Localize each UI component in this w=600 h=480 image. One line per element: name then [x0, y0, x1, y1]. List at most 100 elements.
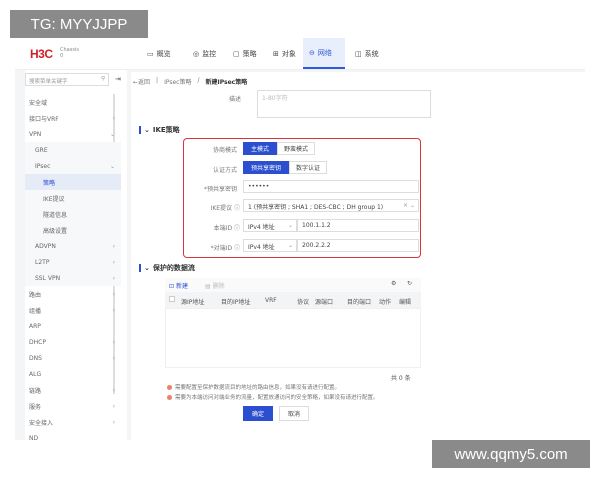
sidebar-item-label: 链路: [29, 387, 42, 395]
sidebar-item[interactable]: ADVPN ›: [25, 238, 121, 254]
column-header: 编辑: [399, 299, 412, 306]
sidebar: 搜索菜单关键字 ⚲ ⇥ 安全域 接口与VRF › VPN ⌄ GRE IPsec ⌄ 策略 IKE提…: [25, 70, 127, 442]
chevron-icon: ›: [112, 386, 115, 394]
remote-id-label: *对端ID ⓘ: [210, 245, 240, 252]
select-all-checkbox[interactable]: [169, 296, 175, 302]
watermark-bottom: www.qqmy5.com: [432, 440, 590, 468]
aggressive-mode-button[interactable]: 野蛮模式: [277, 142, 315, 155]
cert-auth-button[interactable]: 数字认证: [289, 161, 327, 174]
sidebar-item-label: 接口与VRF: [29, 115, 59, 123]
help-icon: ⓘ: [233, 205, 240, 212]
menu-search-input[interactable]: 搜索菜单关键字 ⚲: [25, 73, 109, 86]
ike-section-header[interactable]: ⌄ IKE策略: [139, 125, 180, 135]
nav-label: 对象: [281, 49, 296, 58]
sidebar-item[interactable]: IPsec ⌄: [25, 158, 121, 174]
sidebar-item[interactable]: 高级设置: [25, 222, 121, 238]
nav-label: 系统: [364, 49, 379, 58]
sidebar-item[interactable]: 组播 ›: [25, 302, 121, 318]
proposal-select[interactable]: 1 (预共享密钥 ; SHA1 ; DES-CBC ; DH group 1) ×…: [243, 199, 419, 212]
auth-label: 认证方式: [212, 167, 237, 174]
psk-auth-button[interactable]: 预共享密钥: [243, 161, 289, 174]
sidebar-item[interactable]: IKE提议: [25, 190, 121, 206]
local-id-type-select[interactable]: IPv4 地址 ⌄: [243, 219, 297, 232]
local-id-label: 本端ID ⓘ: [213, 225, 240, 232]
sidebar-item-label: 服务: [29, 403, 42, 411]
sidebar-item[interactable]: L2TP ›: [25, 254, 121, 270]
cancel-button[interactable]: 取消: [279, 406, 309, 421]
sidebar-item[interactable]: 接口与VRF ›: [25, 110, 121, 126]
clipboard-icon: ▢: [233, 49, 240, 58]
description-textarea[interactable]: 1-80字符: [257, 90, 431, 118]
chevron-icon: ›: [112, 242, 115, 250]
remote-id-input[interactable]: 200.2.2.2: [297, 239, 419, 252]
breadcrumb: ←返回 | IPsec策略 / 新建IPsec策略: [133, 77, 247, 86]
chevron-icon: ›: [112, 306, 115, 314]
chevron-icon: ›: [112, 354, 115, 362]
chevron-down-icon: ⌄: [287, 222, 293, 229]
chevron-icon: ›: [112, 290, 115, 298]
table-body-empty: [165, 308, 421, 368]
sidebar-item[interactable]: 服务 ›: [25, 398, 121, 414]
collapse-sidebar-icon[interactable]: ⇥: [115, 75, 121, 83]
nav-policy[interactable]: ▢ 策略: [227, 38, 263, 69]
note-1: 需要配置至保护数据流目的地址的路由信息，如果没有请进行配置。: [167, 383, 340, 391]
sidebar-item[interactable]: GRE: [25, 142, 121, 158]
nav-object[interactable]: ⊞ 对象: [267, 38, 302, 69]
sidebar-item-label: ARP: [29, 322, 41, 330]
sidebar-item[interactable]: ARP: [25, 318, 121, 334]
sidebar-item[interactable]: 链路 ›: [25, 382, 121, 398]
clear-chevron-icon: × ⌄: [403, 202, 415, 209]
column-header: 动作: [379, 299, 392, 306]
nav-monitor[interactable]: ◎ 监控: [187, 38, 222, 69]
main-mode-button[interactable]: 主模式: [243, 142, 277, 155]
sidebar-item[interactable]: DNS ›: [25, 350, 121, 366]
local-id-input[interactable]: 100.1.1.2: [297, 219, 419, 232]
settings-icon[interactable]: ⚙: [391, 280, 396, 287]
flow-toolbar: ⊡ 新建 ▤ 删除 ⚙ ↻: [165, 278, 421, 292]
sidebar-item[interactable]: ALG: [25, 366, 121, 382]
flow-section-header[interactable]: ⌄ 保护的数据流: [139, 263, 195, 273]
sidebar-item[interactable]: 隧道信息: [25, 206, 121, 222]
column-header: 目的端口: [347, 299, 372, 306]
sidebar-item[interactable]: DHCP ›: [25, 334, 121, 350]
app-window: H3C Chassis 0 ▭ 概览 ◎ 监控 ▢ 策略 ⊞ 对象 ⊖ 网络 ◫ 系统 搜索菜…: [15, 38, 585, 442]
nav-network[interactable]: ⊖ 网络: [303, 38, 345, 69]
chevron-down-icon: ⌄: [144, 126, 150, 134]
sidebar-item[interactable]: ND: [25, 430, 121, 446]
sidebar-item-label: ADVPN: [35, 242, 56, 250]
sidebar-item[interactable]: 路由 ›: [25, 286, 121, 302]
sidebar-item-label: L2TP: [35, 258, 50, 266]
sidebar-item-label: 策略: [43, 179, 56, 187]
note-2: 需要为本端访问对端业务的流量，配置放通访问的安全策略，如果没有请进行配置。: [167, 393, 379, 401]
sidebar-item-label: IKE提议: [43, 195, 65, 203]
sidebar-item[interactable]: VPN ⌄: [25, 126, 121, 142]
sidebar-item-label: ALG: [29, 370, 42, 378]
sidebar-item[interactable]: 策略: [25, 174, 121, 190]
sidebar-item[interactable]: 安全域: [25, 94, 121, 110]
psk-input[interactable]: ••••••: [243, 180, 419, 193]
refresh-icon[interactable]: ↻: [407, 280, 412, 287]
delete-button[interactable]: ▤ 删除: [205, 281, 225, 290]
main-panel: ←返回 | IPsec策略 / 新建IPsec策略 描述 1-80字符 ⌄ IKE…: [131, 72, 585, 440]
sidebar-item[interactable]: 安全接入 ›: [25, 414, 121, 430]
remote-id-type-select[interactable]: IPv4 地址 ⌄: [243, 239, 297, 252]
sidebar-item-label: GRE: [35, 146, 48, 154]
new-button[interactable]: ⊡ 新建: [169, 281, 188, 290]
sidebar-item[interactable]: SSL VPN ›: [25, 270, 121, 286]
ok-button[interactable]: 确定: [243, 406, 273, 421]
grid-icon: ⊞: [273, 49, 279, 58]
nav-overview[interactable]: ▭ 概览: [141, 38, 177, 69]
chevron-icon: ⌄: [109, 130, 115, 138]
top-header: H3C Chassis 0 ▭ 概览 ◎ 监控 ▢ 策略 ⊞ 对象 ⊖ 网络 ◫ 系统: [15, 38, 585, 70]
logo-sub: Chassis 0: [60, 47, 79, 59]
chevron-icon: ›: [112, 402, 115, 410]
table-header: 源IP地址 目的IP地址 VRF 协议 源端口 目的端口 动作 编辑: [165, 292, 421, 308]
sidebar-item-label: VPN: [29, 130, 42, 138]
nav-label: 监控: [202, 49, 217, 58]
back-link[interactable]: ←返回: [133, 77, 150, 86]
sidebar-item-label: 安全域: [29, 99, 48, 107]
breadcrumb-parent[interactable]: IPsec策略: [164, 77, 191, 86]
column-header: 协议: [297, 299, 310, 306]
chevron-down-icon: ⌄: [144, 264, 150, 272]
nav-system[interactable]: ◫ 系统: [349, 38, 385, 69]
